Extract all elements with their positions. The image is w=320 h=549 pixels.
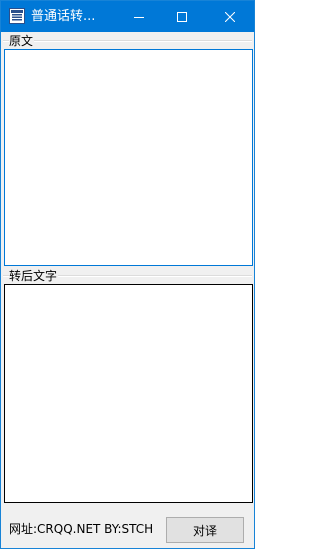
app-window: 普通话转... 原文 转后文字 网址:CRQQ.NET BY:STCH 对译 (0, 0, 255, 549)
source-group-label: 原文 (9, 34, 35, 48)
app-icon (9, 8, 25, 24)
close-icon (225, 11, 235, 22)
website-label: 网址:CRQQ.NET BY:STCH (9, 522, 154, 536)
result-group-label: 转后文字 (9, 269, 59, 283)
source-group-divider (3, 40, 252, 42)
minimize-button[interactable] (116, 1, 162, 32)
translate-button[interactable]: 对译 (166, 517, 244, 543)
window-title: 普通话转... (31, 9, 96, 24)
title-bar[interactable]: 普通话转... (1, 1, 254, 32)
result-text-output[interactable] (4, 284, 253, 503)
maximize-button[interactable] (159, 1, 205, 32)
maximize-icon (177, 11, 187, 22)
minimize-icon (134, 12, 144, 22)
source-text-input[interactable] (4, 49, 253, 266)
close-button[interactable] (207, 1, 253, 32)
